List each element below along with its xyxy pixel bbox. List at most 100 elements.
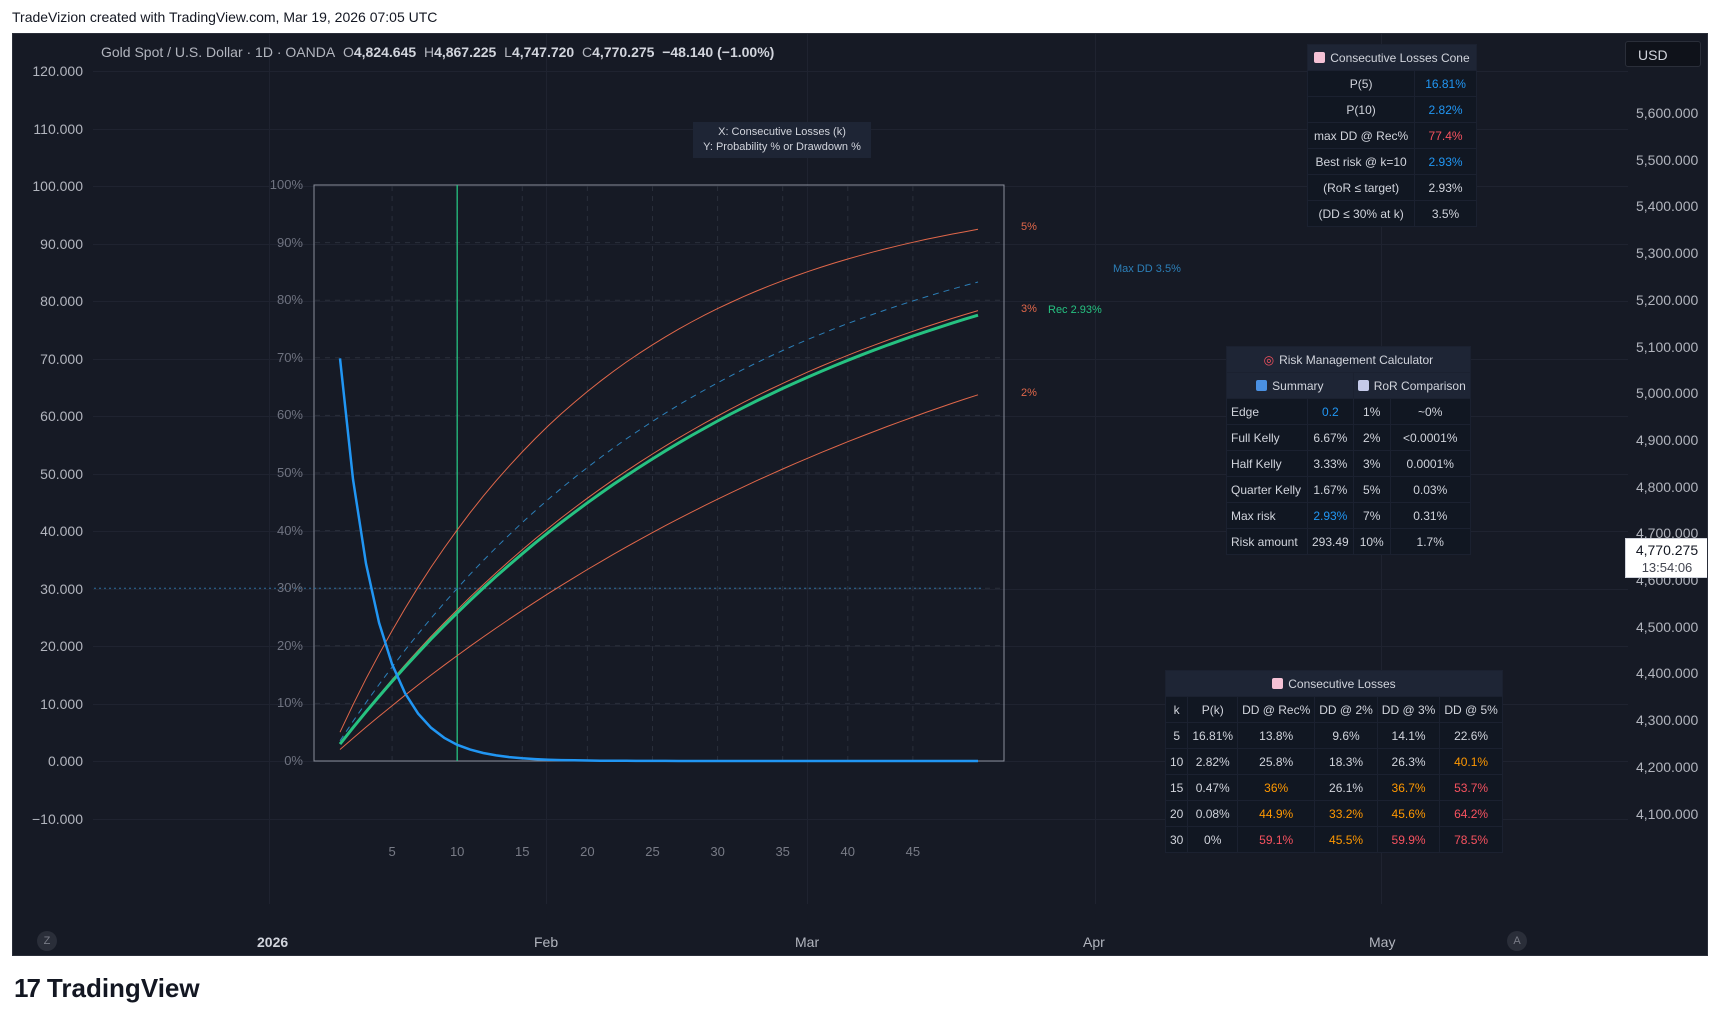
ror-value: ~0% <box>1389 398 1471 425</box>
series-label: 5% <box>1021 221 1037 234</box>
risk-row: Quarter Kelly 1.67% 5% 0.03% <box>1226 476 1471 503</box>
losses-cell: 0.47% <box>1187 774 1239 801</box>
risk-curve <box>339 394 979 750</box>
cone-row: P(5) 16.81% <box>1306 70 1477 97</box>
losses-column-header: DD @ 3% <box>1376 696 1441 723</box>
risk-row: Half Kelly 3.33% 3% 0.0001% <box>1226 450 1471 477</box>
risk-row: Max risk 2.93% 7% 0.31% <box>1226 502 1471 529</box>
cone-row-label: P(10) <box>1306 96 1416 123</box>
cone-row-value: 77.4% <box>1414 122 1477 149</box>
cone-row-label: P(5) <box>1306 70 1416 97</box>
losses-cell: 13.8% <box>1237 722 1316 749</box>
y-tick-label: 60% <box>276 407 303 423</box>
y-tick-label: 0% <box>284 753 303 768</box>
ror-header: RoR Comparison <box>1373 378 1466 393</box>
losses-cell: 33.2% <box>1314 800 1378 827</box>
y-tick-label: 30% <box>276 580 303 596</box>
losses-panel: Consecutive Losses k P(k) DD @ Rec% DD @ 2%… <box>1164 670 1503 853</box>
losses-cell: 59.1% <box>1237 826 1316 853</box>
losses-cell: 78.5% <box>1439 826 1503 853</box>
risk-row-value: 0.2 <box>1307 398 1354 425</box>
risk-row: Full Kelly 6.67% 2% <0.0001% <box>1226 424 1471 451</box>
risk-curve <box>339 310 979 745</box>
cone-row-label: (RoR ≤ target) <box>1306 174 1416 201</box>
cone-row-value: 2.82% <box>1414 96 1477 123</box>
bar-chart-icon <box>1256 379 1268 391</box>
y-tick-label: 40% <box>276 522 303 538</box>
cone-row: P(10) 2.82% <box>1306 96 1477 123</box>
losses-cell: 10 <box>1164 748 1189 775</box>
y-tick-label: 100% <box>269 177 303 192</box>
cone-row: Best risk @ k=10 2.93% <box>1306 148 1477 175</box>
cone-row-label: max DD @ Rec% <box>1306 122 1416 149</box>
series-label: 3% <box>1021 302 1037 315</box>
x-tick-label: 5 <box>388 844 396 859</box>
losses-column-header: DD @ Rec% <box>1237 696 1316 723</box>
ror-risk-level: 1% <box>1352 398 1391 425</box>
risk-row-label: Risk amount <box>1226 528 1308 555</box>
losses-cell: 0.08% <box>1187 800 1239 827</box>
losses-cell: 59.9% <box>1376 826 1441 853</box>
risk-curve <box>339 228 979 733</box>
risk-row: Risk amount 293.49 10% 1.7% <box>1226 528 1471 555</box>
risk-row-label: Full Kelly <box>1226 424 1308 451</box>
y-tick-label: 50% <box>276 465 303 480</box>
losses-row: 15 0.47% 36% 26.1% 36.7% 53.7% <box>1164 774 1503 801</box>
tradingview-brand: 17 TradingView <box>14 973 200 1004</box>
chart-down-icon <box>1314 51 1326 63</box>
x-tick-label: 35 <box>775 844 790 859</box>
losses-cell: 36% <box>1237 774 1316 801</box>
losses-cell: 18.3% <box>1314 748 1378 775</box>
cone-panel: Consecutive Losses Cone P(5) 16.81% P(10) 2… <box>1306 44 1477 227</box>
risk-panel-title: Risk Management Calculator <box>1279 352 1434 367</box>
losses-cell: 26.1% <box>1314 774 1378 801</box>
y-tick-label: 10% <box>276 695 303 711</box>
losses-cell: 40.1% <box>1439 748 1503 775</box>
x-tick-label: 20 <box>580 844 595 859</box>
losses-panel-title: Consecutive Losses <box>1288 676 1396 691</box>
cone-row-value: 3.5% <box>1414 200 1477 227</box>
losses-cell: 45.6% <box>1376 800 1441 827</box>
cone-row-label: Best risk @ k=10 <box>1306 148 1416 175</box>
losses-cell: 36.7% <box>1376 774 1441 801</box>
cone-row: (RoR ≤ target) 2.93% <box>1306 174 1477 201</box>
losses-cell: 15 <box>1164 774 1189 801</box>
ror-value: 0.31% <box>1389 502 1471 529</box>
losses-cell: 14.1% <box>1376 722 1441 749</box>
ror-risk-level: 7% <box>1352 502 1391 529</box>
cone-row: (DD ≤ 30% at k) 3.5% <box>1306 200 1477 227</box>
series-label: Max DD 3.5% <box>1113 263 1181 275</box>
risk-row-value: 3.33% <box>1307 450 1354 477</box>
header-caption: TradeVizion created with TradingView.com… <box>12 9 438 25</box>
x-tick-label: 10 <box>449 844 465 859</box>
losses-cell: 9.6% <box>1314 722 1378 749</box>
summary-header: Summary <box>1272 378 1324 393</box>
y-tick-label: 20% <box>276 637 303 653</box>
risk-row-value: 2.93% <box>1307 502 1354 529</box>
y-tick-label: 90% <box>276 234 303 250</box>
losses-cell: 16.81% <box>1187 722 1239 749</box>
y-tick-label: 70% <box>276 349 303 365</box>
series-label: 2% <box>1021 386 1037 399</box>
risk-panel: ◎ Risk Management Calculator Summary RoR … <box>1226 346 1471 555</box>
losses-cell: 20 <box>1164 800 1189 827</box>
chart-up-icon <box>1357 379 1369 391</box>
risk-row-label: Quarter Kelly <box>1226 476 1308 503</box>
tradingview-logo-icon: 17 <box>14 973 41 1003</box>
target-icon: ◎ <box>1263 352 1275 367</box>
losses-row: 30 0% 59.1% 45.5% 59.9% 78.5% <box>1164 826 1503 853</box>
losses-column-header: P(k) <box>1187 696 1239 723</box>
losses-cell: 2.82% <box>1187 748 1239 775</box>
losses-cell: 0% <box>1187 826 1239 853</box>
losses-cell: 26.3% <box>1376 748 1441 775</box>
chart-pane[interactable]: Gold Spot / U.S. Dollar · 1D · OANDA O4,… <box>12 33 1708 956</box>
losses-column-header: DD @ 5% <box>1439 696 1503 723</box>
cone-row-value: 2.93% <box>1414 148 1477 175</box>
chart-down-icon <box>1272 677 1284 689</box>
losses-row: 20 0.08% 44.9% 33.2% 45.6% 64.2% <box>1164 800 1503 827</box>
ror-risk-level: 5% <box>1352 476 1391 503</box>
ror-value: 0.03% <box>1389 476 1471 503</box>
y-tick-label: 80% <box>276 292 303 308</box>
losses-cell: 53.7% <box>1439 774 1503 801</box>
losses-cell: 25.8% <box>1237 748 1316 775</box>
